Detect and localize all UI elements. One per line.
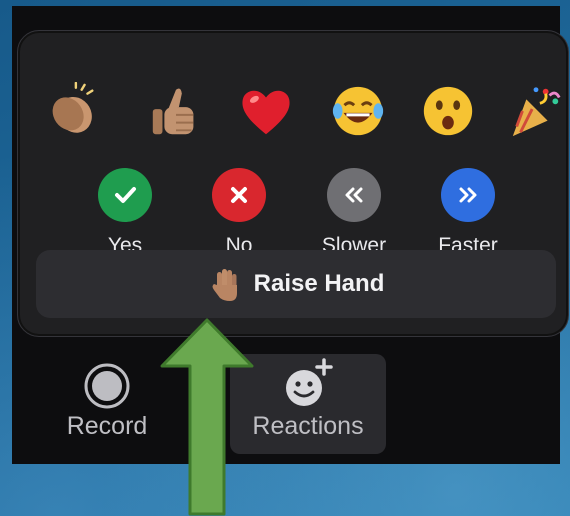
x-icon [212,168,266,222]
emoji-reaction-row [18,79,568,149]
green-arrow-up-icon [160,318,254,516]
thumbs-up-icon[interactable] [144,79,208,143]
record-button[interactable]: Record [52,354,162,454]
raised-hand-icon [212,269,237,301]
record-label: Record [66,412,148,440]
party-popper-icon[interactable] [504,79,568,143]
double-chevron-left-icon [327,168,381,222]
record-icon [84,363,130,409]
raise-hand-button[interactable]: Raise Hand [36,250,556,318]
laughing-emoji-icon[interactable] [326,79,390,143]
smiley-plus-icon [286,358,333,406]
clap-icon[interactable] [40,79,104,143]
open-mouth-emoji-icon[interactable] [416,79,480,143]
heart-icon[interactable] [234,79,298,143]
double-chevron-right-icon [441,168,495,222]
meeting-toolbar: Record Reactions [12,348,560,464]
raise-hand-label: Raise Hand [253,270,385,297]
check-icon [98,168,152,222]
